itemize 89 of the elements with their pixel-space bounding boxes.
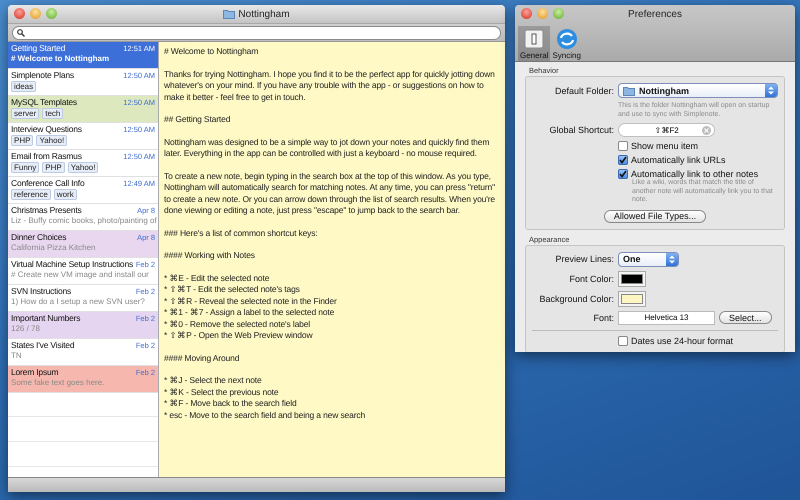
note-text: # Welcome to Nottingham bbox=[164, 46, 260, 58]
field-label: Default Folder: bbox=[554, 86, 614, 96]
note-title: Getting Started bbox=[11, 43, 66, 53]
note-title: Conference Call Info bbox=[11, 178, 84, 188]
note-title: Christmas Presents bbox=[11, 205, 82, 215]
note-list-line: * ⇧⌘R - Reveal the selected note in the Finder bbox=[164, 296, 338, 307]
note-preview: Liz - Buffy comic books, photo/painting of bbox=[11, 216, 155, 225]
folder-icon bbox=[623, 86, 635, 96]
checkbox-label: Dates use 24-hour format bbox=[631, 336, 734, 346]
note-tag: PHP bbox=[42, 162, 65, 173]
note-list-line: * ⌘J - Select the next note bbox=[164, 375, 263, 386]
note-tag: tech bbox=[42, 108, 64, 119]
window-title: Nottingham bbox=[238, 8, 290, 20]
note-title: Virtual Machine Setup Instructions bbox=[11, 259, 134, 269]
clear-icon[interactable] bbox=[702, 126, 711, 135]
note-title: Interview Questions bbox=[11, 124, 82, 134]
note-text: To create a new note, begin typing in the search box at the top of this window. As you type, Nottingham will automatically search for matching notes. At any time, you can press "return" to create a new note. Or you can arrow down through the list of search results. When you're done viewing or editing a note, just press "escape" to jump back to the search bar. bbox=[164, 170, 496, 216]
note-list-line: * ⇧⌘P - Open the Web Preview window bbox=[164, 330, 314, 342]
field-label: Background Color: bbox=[538, 294, 614, 304]
checkbox[interactable] bbox=[618, 169, 628, 179]
note-list-line: * ⌘K - Select the previous note bbox=[164, 386, 280, 398]
field-label: Font Color: bbox=[568, 274, 614, 284]
note-tag: ideas bbox=[11, 81, 36, 92]
allowed-file-types-button[interactable]: Allowed File Types... bbox=[604, 210, 706, 222]
note-title: MySQL Templates bbox=[11, 97, 77, 107]
note-text: #### Working with Notes bbox=[164, 250, 256, 262]
note-tag: reference bbox=[11, 189, 51, 200]
note-tag: server bbox=[11, 108, 40, 119]
note-tag: Yahoo! bbox=[36, 135, 68, 146]
note-preview: TN bbox=[11, 351, 23, 360]
field-label: Font: bbox=[592, 312, 614, 322]
note-title: SVN Instructions bbox=[11, 286, 72, 296]
note-text: Thanks for trying Nottingham. I hope you find it to be the perfect app for quickly jotting down whatever's on your mind. If you have any trouble with the app - or suggestions on how to make it better - feel free to get in touch. bbox=[164, 68, 496, 103]
note-preview: Some fake text goes here. bbox=[11, 378, 106, 387]
note-preview: # Create new VM image and install our bbox=[11, 270, 150, 279]
close-button[interactable] bbox=[14, 8, 25, 19]
note-title: Important Numbers bbox=[11, 313, 80, 323]
sync-icon bbox=[556, 28, 578, 50]
note-tag: PHP bbox=[11, 135, 34, 146]
checkbox-label: Automatically link URLs bbox=[631, 155, 726, 165]
field-label: Global Shortcut: bbox=[548, 125, 614, 135]
checkbox-label: Show menu item bbox=[631, 141, 698, 151]
note-preview: # Welcome to Nottingham bbox=[11, 54, 110, 63]
color-well[interactable] bbox=[618, 270, 646, 286]
select-font-button[interactable]: Select... bbox=[719, 311, 772, 324]
checkbox-label: Automatically link to other notes bbox=[631, 169, 758, 179]
note-title: Simplenote Plans bbox=[11, 70, 74, 80]
note-text: Nottingham was designed to be a simple way to jot down your notes and quickly find them later. Everything in the app can be controlled with just a keyboard - no mouse required. bbox=[164, 136, 490, 160]
note-title: States I've Visited bbox=[11, 340, 74, 350]
note-list-line: * ⇧⌘T - Edit the selected note's tags bbox=[164, 284, 301, 296]
preferences-tab[interactable]: General bbox=[518, 26, 550, 61]
note-preview: 126 / 78 bbox=[11, 324, 41, 333]
window-title: Preferences bbox=[628, 8, 682, 20]
field-label: Preview Lines: bbox=[554, 254, 614, 264]
note-list-line: * esc - Move to the search field and being a new search bbox=[164, 410, 366, 421]
note-list-line: * ⌘0 - Remove the selected note's label bbox=[164, 318, 312, 330]
checkbox[interactable] bbox=[618, 141, 628, 151]
note-title: Dinner Choices bbox=[11, 232, 66, 242]
folder-icon bbox=[223, 9, 236, 19]
stepper-icon bbox=[669, 254, 675, 264]
search-field[interactable] bbox=[12, 26, 501, 40]
preview-lines-popup[interactable]: One bbox=[618, 252, 679, 266]
note-list-line: * ⌘1 - ⌘7 - Assign a label to the selected note bbox=[164, 307, 336, 318]
close-button[interactable] bbox=[521, 8, 532, 19]
color-well[interactable] bbox=[618, 290, 646, 306]
note-list-line: * ⌘E - Edit the selected note bbox=[164, 272, 270, 284]
switch-icon bbox=[523, 28, 546, 50]
stepper-icon bbox=[768, 86, 774, 95]
note-editor[interactable] bbox=[159, 42, 505, 477]
font-field: Helvetica 13 bbox=[618, 310, 715, 324]
note-preview: 1) How do a I setup a new SVN user? bbox=[11, 297, 146, 306]
shortcut-field[interactable]: ⇧⌘F2 bbox=[618, 123, 715, 137]
folder-popup[interactable]: Nottingham bbox=[618, 83, 778, 98]
checkbox[interactable] bbox=[618, 155, 628, 165]
search-icon bbox=[17, 28, 25, 36]
note-list-line: * ⌘F - Move back to the search field bbox=[164, 398, 298, 410]
note-tag: work bbox=[54, 189, 77, 200]
note-title: Email from Rasmus bbox=[11, 151, 82, 161]
note-title: Lorem Ipsum bbox=[11, 367, 58, 377]
note-text: ## Getting Started bbox=[164, 114, 232, 126]
note-text: #### Moving Around bbox=[164, 352, 240, 364]
zoom-button[interactable] bbox=[553, 8, 564, 19]
note-tag: Yahoo! bbox=[68, 162, 98, 173]
note-text: ### Here's a list of common shortcut keys: bbox=[164, 228, 319, 239]
note-tag: Funny bbox=[11, 162, 40, 173]
preferences-tab[interactable]: Syncing bbox=[550, 26, 583, 61]
note-preview: California Pizza Kitchen bbox=[11, 243, 96, 252]
checkbox[interactable] bbox=[618, 336, 628, 346]
zoom-button[interactable] bbox=[46, 8, 57, 19]
